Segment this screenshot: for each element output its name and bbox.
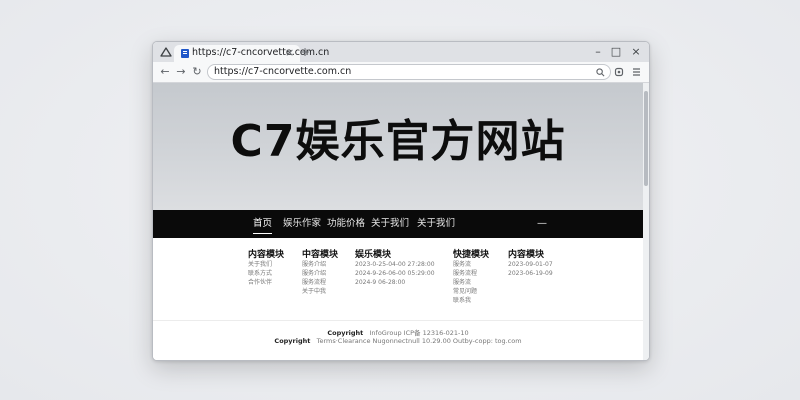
nav-item-about-2[interactable]: 关于我们 (417, 210, 455, 238)
address-bar[interactable]: https://c7-cncorvette.com.cn (207, 64, 611, 80)
column-link[interactable]: 服务流 (453, 278, 489, 287)
triangle-logo-icon[interactable] (160, 47, 172, 57)
footer-copyright-line: Copyright InfoGroup ICP备 12316-021-10 (153, 327, 643, 337)
content-column-2: 中容模块 服务介绍 服务介绍 服务流程 关于中我 (302, 247, 338, 296)
footer-links-line: Copyright Terms·Clearance Nugonnectnull … (153, 337, 643, 345)
content-column-3: 娱乐模块 2023-0-25-04-00 27:28:00 2024-9-26-… (355, 247, 435, 287)
hero-title: C7娱乐官方网站 (230, 116, 566, 167)
column-link[interactable]: 服务介绍 (302, 260, 338, 269)
site-navbar: 首页 娱乐作家 功能价格 关于我们 关于我们 — (153, 210, 643, 238)
column-link[interactable]: 关于我们 (248, 260, 284, 269)
menu-icon[interactable] (632, 67, 641, 77)
column-title: 内容模块 (508, 250, 545, 260)
column-title: 内容模块 (248, 250, 285, 260)
column-link[interactable]: 服务流程 (302, 278, 338, 287)
column-title: 娱乐模块 (355, 250, 392, 260)
column-link[interactable]: 2024-9 06-28:00 (355, 278, 435, 287)
scrollbar-thumb[interactable] (644, 91, 648, 186)
column-link[interactable]: 关于中我 (302, 287, 338, 296)
page-content: 内容模块 关于我们 联系方式 合作伙伴 中容模块 服务介绍 服务介绍 服务流程 … (153, 238, 643, 360)
footer-divider (153, 320, 643, 321)
tab-close-icon[interactable]: × (285, 46, 294, 60)
content-column-5: 内容模块 2023-09-01-07 2023-06-19-09 (508, 247, 553, 278)
column-link[interactable]: 常见问题 (453, 287, 489, 296)
nav-item-features[interactable]: 功能价格 (327, 210, 365, 238)
maximize-button[interactable]: □ (609, 45, 623, 59)
page-favicon-icon (181, 49, 189, 58)
column-link[interactable]: 服务流程 (453, 269, 489, 278)
column-title: 快捷模块 (453, 250, 490, 260)
browser-window: https://c7-cncorvette.com.cn × + – □ × ←… (152, 41, 650, 361)
page-viewport: C7娱乐官方网站 首页 娱乐作家 功能价格 关于我们 关于我们 — 内容模块 关… (153, 83, 649, 360)
footer-copyright-label-2: Copyright (274, 337, 311, 345)
forward-button[interactable]: → (174, 65, 188, 79)
back-button[interactable]: ← (158, 65, 172, 79)
content-column-4: 快捷模块 服务流 服务流程 服务流 常见问题 联系我 (453, 247, 489, 305)
nav-item-home[interactable]: 首页 (253, 210, 273, 238)
column-link[interactable]: 服务流 (453, 260, 489, 269)
column-link[interactable]: 联系方式 (248, 269, 284, 278)
search-icon[interactable] (596, 68, 605, 77)
footer-copyright-label: Copyright (327, 329, 364, 337)
reload-button[interactable]: ↻ (190, 65, 204, 79)
browser-toolbar: ← → ↻ https://c7-cncorvette.com.cn (153, 62, 649, 83)
column-link[interactable]: 2023-09-01-07 (508, 260, 553, 269)
hero-banner: C7娱乐官方网站 (153, 83, 643, 210)
tab-strip: https://c7-cncorvette.com.cn × + – □ × (153, 42, 649, 62)
footer-icp-text: InfoGroup ICP备 12316-021-10 (369, 329, 469, 337)
page-scrollbar[interactable] (643, 83, 649, 360)
column-link[interactable]: 合作伙伴 (248, 278, 284, 287)
close-window-button[interactable]: × (629, 45, 643, 59)
column-link[interactable]: 联系我 (453, 296, 489, 305)
browser-tab[interactable]: https://c7-cncorvette.com.cn × (174, 45, 329, 62)
nav-menu-toggle[interactable]: — (537, 210, 547, 238)
new-tab-button[interactable]: + (300, 45, 310, 59)
column-link[interactable]: 2023-06-19-09 (508, 269, 553, 278)
content-column-1: 内容模块 关于我们 联系方式 合作伙伴 (248, 247, 284, 287)
column-title: 中容模块 (302, 250, 339, 260)
column-link[interactable]: 2024-9-26-06-00 05:29:00 (355, 269, 435, 278)
column-link[interactable]: 2023-0-25-04-00 27:28:00 (355, 260, 435, 269)
address-url[interactable]: https://c7-cncorvette.com.cn (214, 65, 351, 79)
nav-item-about[interactable]: 关于我们 (371, 210, 409, 238)
footer-links-text[interactable]: Terms·Clearance Nugonnectnull 10.29.00 O… (317, 337, 522, 345)
nav-item-entertainment[interactable]: 娱乐作家 (283, 210, 321, 238)
extension-icon[interactable] (614, 67, 624, 77)
column-link[interactable]: 服务介绍 (302, 269, 338, 278)
minimize-button[interactable]: – (591, 45, 605, 59)
